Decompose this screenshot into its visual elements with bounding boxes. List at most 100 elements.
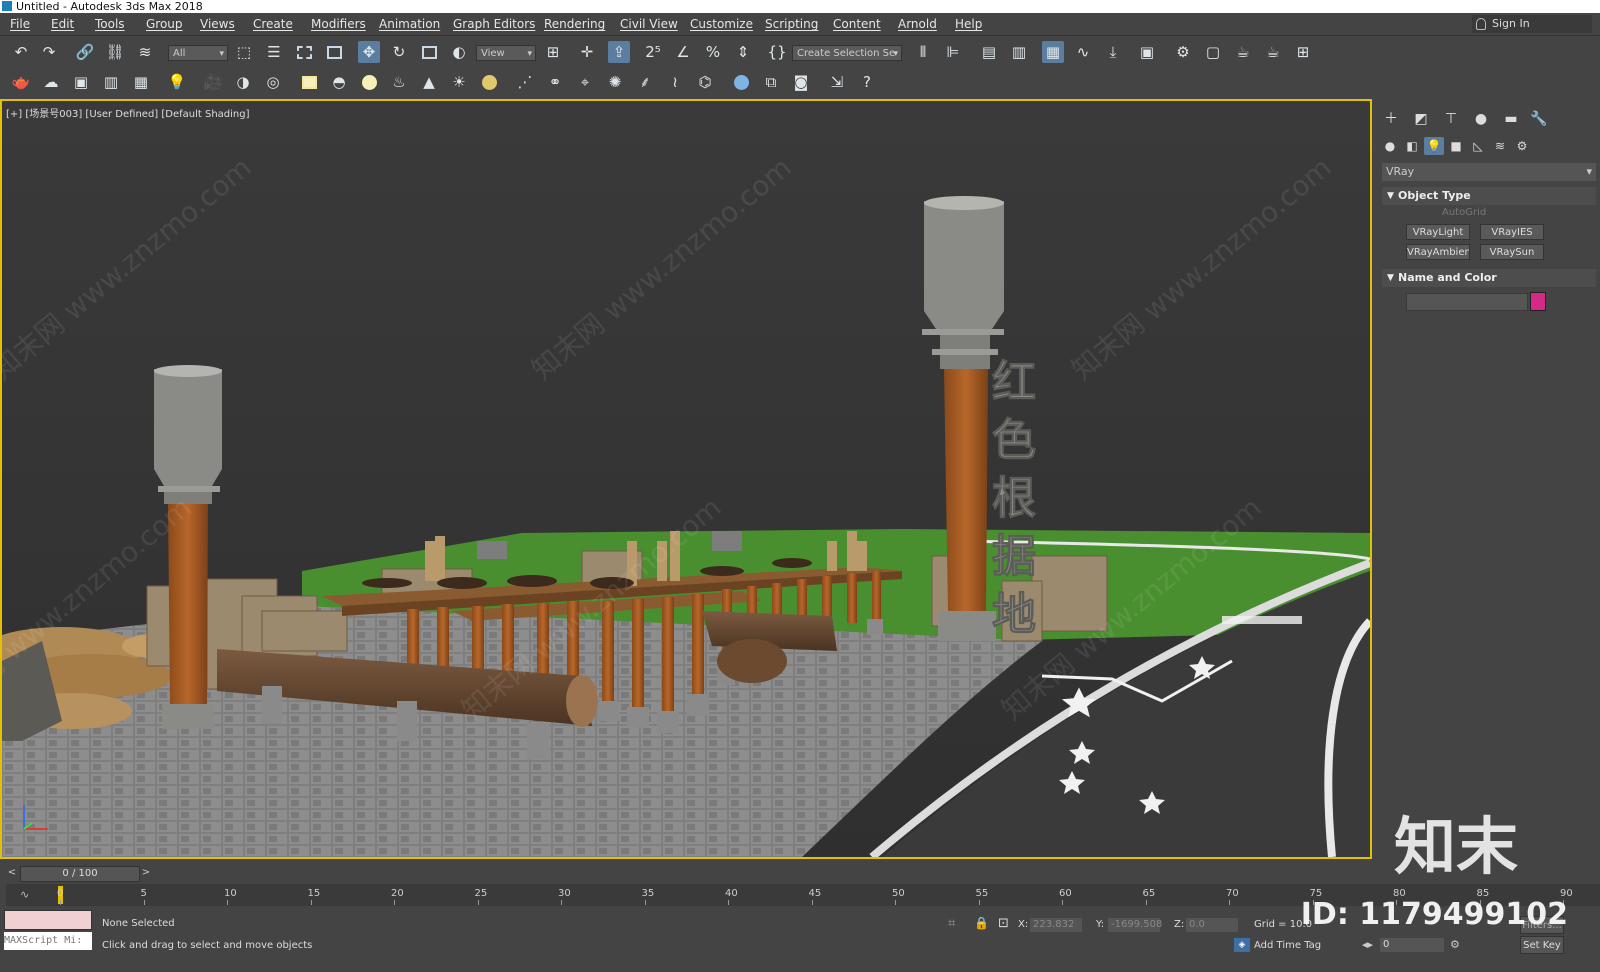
select-and-rotate-icon[interactable]: ↻ [388, 41, 410, 63]
name-color-rollout[interactable]: ▼ Name and Color [1382, 269, 1596, 287]
systems-icon[interactable]: ⚙ [1512, 137, 1532, 155]
menu-help[interactable]: Help [955, 17, 982, 31]
utilities-tab-icon[interactable]: 🔧 [1528, 109, 1550, 129]
perspective-viewport[interactable]: [+] [场景号003] [User Defined] [Default Sha… [0, 99, 1372, 859]
render-grid-icon[interactable]: ⊞ [1292, 41, 1314, 63]
select-and-move-icon[interactable]: ✥ [358, 41, 380, 63]
layer-explorer-icon[interactable]: ▥ [1008, 41, 1030, 63]
vray-export-icon[interactable]: ⇲ [826, 71, 848, 93]
vray-sphere-light-icon[interactable] [358, 71, 380, 93]
named-selection-set-dropdown[interactable]: Create Selection Se [792, 45, 902, 62]
menu-edit[interactable]: Edit [51, 17, 74, 31]
time-tag-icon[interactable]: ◈ [1234, 938, 1250, 952]
align-icon[interactable]: ⊫ [942, 41, 964, 63]
menu-graph-editors[interactable]: Graph Editors [453, 17, 535, 31]
prev-frame-icon[interactable]: < [6, 866, 18, 880]
object-color-swatch[interactable] [1530, 292, 1546, 311]
vray-mesh-light-icon[interactable]: ♨ [388, 71, 410, 93]
create-tab-icon[interactable]: ＋ [1380, 109, 1402, 129]
render-setup-icon[interactable]: ⚙ [1172, 41, 1194, 63]
curve-editor-icon[interactable]: ∿ [1072, 41, 1094, 63]
vray-dome-light-icon[interactable]: ◓ [328, 71, 350, 93]
vray-plane-icon[interactable]: ⌖ [574, 71, 596, 93]
vraysun-button[interactable]: VRaySun [1480, 244, 1544, 260]
percent-snap-icon[interactable]: % [702, 41, 724, 63]
shapes-icon[interactable]: ◧ [1402, 137, 1422, 155]
y-coordinate-field[interactable]: -1699.508 [1108, 918, 1162, 932]
ribbon-toggle-icon[interactable]: ▦ [1042, 41, 1064, 63]
vray-plane-light-icon[interactable] [298, 71, 320, 93]
rendered-frame-window-icon[interactable]: ▢ [1202, 41, 1224, 63]
vray-proxy-icon[interactable]: ⚭ [544, 71, 566, 93]
vray-material-icon[interactable]: ◎ [262, 71, 284, 93]
vray-ies-light-icon[interactable]: ▲ [418, 71, 440, 93]
window-crossing-icon[interactable] [323, 41, 345, 63]
select-object-icon[interactable]: ⬚ [233, 41, 255, 63]
help-icon[interactable]: ? [856, 71, 878, 93]
object-type-rollout[interactable]: ▼ Object Type [1382, 187, 1596, 205]
menu-content[interactable]: Content [833, 17, 881, 31]
menu-animation[interactable]: Animation [379, 17, 440, 31]
time-config-icon[interactable]: ⚙ [1450, 938, 1460, 951]
vrayies-button[interactable]: VRayIES [1480, 224, 1544, 240]
selection-filter-dropdown[interactable]: All [168, 45, 228, 62]
vray-camera-icon[interactable]: 🎥 [202, 71, 224, 93]
light-category-dropdown[interactable]: VRay [1382, 163, 1596, 181]
menu-create[interactable]: Create [253, 17, 293, 31]
viewport-label[interactable]: [+] [场景号003] [User Defined] [Default Sha… [6, 105, 250, 120]
select-and-place-icon[interactable]: ◐ [448, 41, 470, 63]
frame-buffer-icon[interactable]: ▣ [70, 71, 92, 93]
z-coordinate-field[interactable]: 0.0 [1186, 918, 1238, 932]
object-name-field[interactable] [1406, 293, 1528, 311]
vray-fur-icon[interactable]: ⋰ [514, 71, 536, 93]
vray-hair-icon[interactable]: ≀ [664, 71, 686, 93]
menu-modifiers[interactable]: Modifiers [311, 17, 366, 31]
spinner-snap-icon[interactable]: ⇕ [732, 41, 754, 63]
hierarchy-tab-icon[interactable]: ⊤ [1440, 109, 1462, 129]
menu-arnold[interactable]: Arnold [898, 17, 937, 31]
vrayambientlight-button[interactable]: VRayAmbientLight [1406, 244, 1470, 260]
helpers-icon[interactable]: ◺ [1468, 137, 1488, 155]
undo-icon[interactable]: ↶ [10, 41, 32, 63]
next-frame-icon[interactable]: > [140, 866, 152, 880]
current-frame-field[interactable]: 0 [1380, 938, 1444, 952]
scene-explorer-icon[interactable]: ▤ [978, 41, 1000, 63]
vray-settings-icon[interactable]: ▥ [100, 71, 122, 93]
bind-space-warp-icon[interactable]: ≋ [134, 41, 156, 63]
lights-icon[interactable]: 💡 [1424, 137, 1444, 155]
display-tab-icon[interactable]: ▬ [1500, 109, 1522, 129]
vray-grass-icon[interactable]: ⸙ [634, 71, 656, 93]
render-activeshade-icon[interactable]: ☕ [1262, 41, 1284, 63]
menu-file[interactable]: File [10, 17, 30, 31]
render-production-icon[interactable]: ☕ [1232, 41, 1254, 63]
maxscript-listener[interactable]: MAXScript Mi: [4, 910, 92, 950]
vray-table-icon[interactable]: ▦ [130, 71, 152, 93]
menu-rendering[interactable]: Rendering [544, 17, 605, 31]
sign-in-button[interactable]: Sign In [1472, 15, 1592, 33]
teapot-icon[interactable]: 🫖 [10, 71, 32, 93]
redo-icon[interactable]: ↷ [38, 41, 60, 63]
mirror-icon[interactable]: ⫴ [912, 41, 934, 63]
select-and-scale-icon[interactable] [418, 41, 440, 63]
edit-named-selection-icon[interactable]: {} [766, 41, 788, 63]
motion-tab-icon[interactable]: ● [1470, 109, 1492, 129]
pivot-center-icon[interactable]: ⊞ [542, 41, 564, 63]
maxscript-input[interactable]: MAXScript Mi: [4, 932, 92, 950]
vray-mtl-converter-icon[interactable]: ⧉ [760, 71, 782, 93]
selection-lock-icon[interactable]: 🔒 [974, 916, 989, 930]
schematic-view-icon[interactable]: ⤓ [1102, 41, 1124, 63]
link-icon[interactable]: 🔗 [74, 41, 96, 63]
isolate-selection-icon[interactable]: ⌗ [948, 916, 955, 931]
material-editor-icon[interactable]: ▣ [1136, 41, 1158, 63]
space-warps-icon[interactable]: ≋ [1490, 137, 1510, 155]
absolute-mode-icon[interactable]: ⊡ [998, 916, 1009, 931]
select-manipulate-icon[interactable]: ✛ [576, 41, 598, 63]
unlink-icon[interactable]: ⛓ [104, 41, 126, 63]
menu-scripting[interactable]: Scripting [765, 17, 818, 31]
vray-ball-icon[interactable] [730, 71, 752, 93]
curve-editor-mini-icon[interactable]: ∿ [20, 888, 29, 901]
angle-snap-icon[interactable]: ∠ [672, 41, 694, 63]
keyboard-shortcut-override-icon[interactable]: ⇪ [608, 41, 630, 63]
rectangular-selection-icon[interactable] [293, 41, 315, 63]
menu-civil-view[interactable]: Civil View [620, 17, 678, 31]
